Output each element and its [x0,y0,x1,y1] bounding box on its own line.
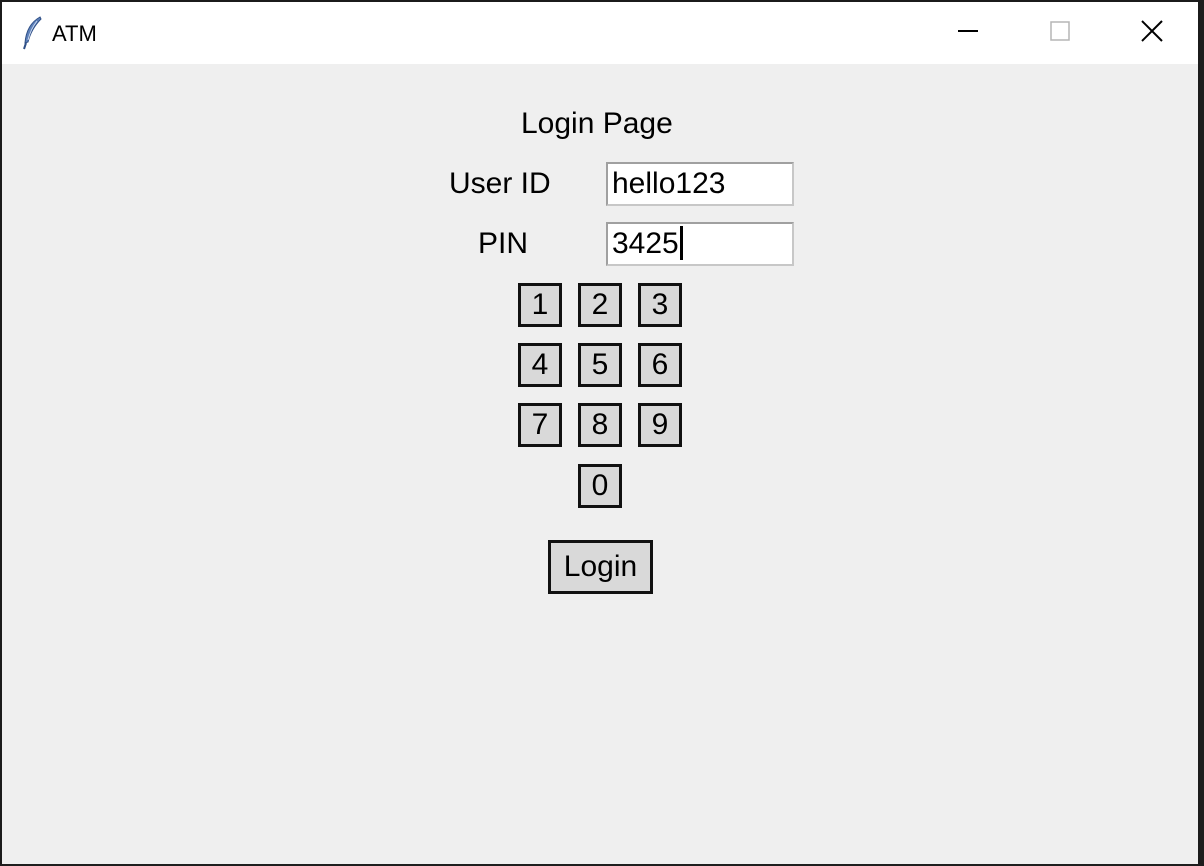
keypad-button-8[interactable]: 8 [578,403,622,447]
page-title: Login Page [521,107,673,140]
keypad-button-1[interactable]: 1 [518,283,562,327]
login-panel: Login Page User ID hello123 PIN 3425 1 2… [2,64,1198,864]
keypad-button-9[interactable]: 9 [638,403,682,447]
minimize-button[interactable] [922,2,1014,64]
text-cursor [679,226,683,261]
user-id-label: User ID [449,167,551,200]
pin-field[interactable]: 3425 [606,222,794,266]
keypad-button-4[interactable]: 4 [518,343,562,387]
window-title: ATM [52,21,97,46]
pin-label: PIN [478,227,529,260]
minimize-icon [957,20,979,47]
pin-value: 3425 [612,227,679,260]
user-id-field[interactable]: hello123 [606,162,794,206]
close-icon [1140,19,1164,48]
keypad-button-2[interactable]: 2 [578,283,622,327]
feather-icon [22,16,44,50]
login-button[interactable]: Login [548,540,653,594]
keypad-button-0[interactable]: 0 [578,464,622,508]
close-button[interactable] [1106,2,1198,64]
user-id-value: hello123 [612,167,726,200]
maximize-icon [1049,20,1071,47]
maximize-button[interactable] [1014,2,1106,64]
keypad-button-3[interactable]: 3 [638,283,682,327]
keypad-button-7[interactable]: 7 [518,403,562,447]
keypad-button-5[interactable]: 5 [578,343,622,387]
title-bar[interactable]: ATM [2,2,1198,64]
keypad-button-6[interactable]: 6 [638,343,682,387]
app-window: ATM Login Page User ID hello123 PIN 3425… [0,0,1200,864]
